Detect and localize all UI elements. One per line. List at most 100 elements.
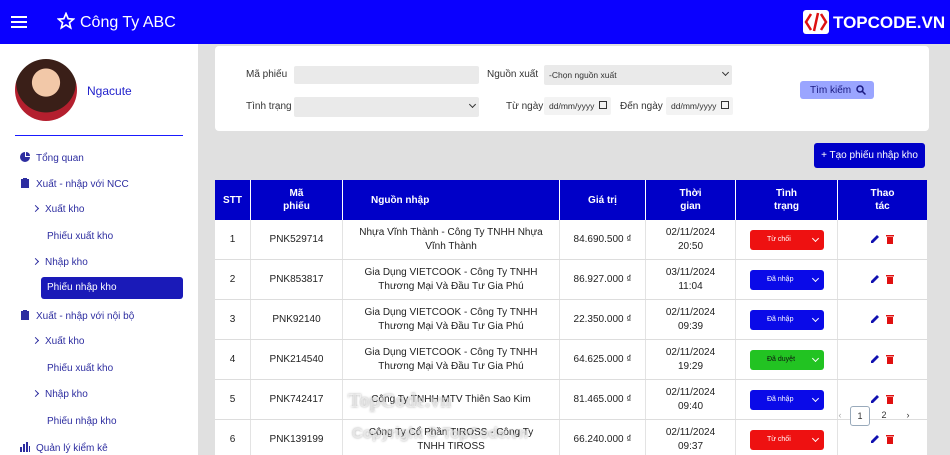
status-select[interactable]: Đã nhập [750,390,824,410]
from-date-input[interactable]: dd/mm/yyyy [544,97,611,115]
user-name[interactable]: Ngacute [87,84,132,98]
source-label: Nguồn xuất [487,69,539,80]
col-stt: STT [215,180,251,220]
col-source: Nguồn nhập [343,180,560,220]
page-1-button[interactable]: 1 [850,406,870,426]
sidebar-item-ncc[interactable]: Xuất - nhập với NCC [20,178,129,190]
chevron-down-icon [468,100,477,109]
cell-time: 02/11/2024 09:40 [646,380,736,419]
cell-time: 02/11/2024 09:37 [646,420,736,455]
cell-value: 81.465.000 ₫ [560,380,646,419]
edit-icon[interactable] [870,314,880,324]
search-icon [856,85,866,95]
top-header: Công Ty ABC TOPCODE.VN [0,0,950,44]
chevron-down-icon [811,234,820,243]
col-value: Giá trị [560,180,646,220]
avatar [15,59,77,121]
code-input[interactable] [294,66,479,84]
sidebar-item-internal[interactable]: Xuất - nhập với nội bộ [20,310,134,322]
table-header: STT Mã phiếu Nguồn nhập Giá trị Thời gia… [215,180,927,220]
col-time: Thời gian [646,180,736,220]
bar-chart-icon [20,442,30,452]
page-2-button[interactable]: 2 [874,406,894,426]
edit-icon[interactable] [870,434,880,444]
watermark-text: TopCode.vn [348,390,452,412]
to-date-input[interactable]: dd/mm/yyyy [666,97,733,115]
status-select[interactable]: Từ chối [750,430,824,450]
sidebar-item-overview[interactable]: Tổng quan [20,152,84,164]
sidebar-item-export-slip-2[interactable]: Phiếu xuất kho [47,363,113,374]
next-page-button[interactable]: › [898,406,918,426]
delete-icon[interactable] [885,354,895,364]
cell-value: 64.625.000 ₫ [560,340,646,379]
status-select[interactable]: Đã nhập [750,310,824,330]
delete-icon[interactable] [885,234,895,244]
cell-value: 22.350.000 ₫ [560,300,646,339]
sidebar-item-export-slip[interactable]: Phiếu xuất kho [47,231,113,242]
status-select[interactable]: Đã duyệt [750,350,824,370]
logo-text: TOPCODE.VN [833,13,946,32]
cell-code: PNK92140 [251,300,343,339]
cell-value: 84.690.500 ₫ [560,220,646,259]
search-button[interactable]: Tìm kiếm [800,81,874,99]
star-icon [57,12,75,30]
sidebar-item-import-2[interactable]: Nhập kho [31,389,88,400]
cell-stt: 5 [215,380,251,419]
clipboard-icon [21,310,29,320]
brand-name[interactable]: Công Ty ABC [80,14,176,32]
cell-code: PNK529714 [251,220,343,259]
clipboard-icon [21,178,29,188]
edit-icon[interactable] [870,234,880,244]
menu-icon[interactable] [11,13,27,31]
watermark-copyright: Copyright © TopCode.vn [352,425,528,442]
to-date-label: Đến ngày [620,101,663,112]
chevron-down-icon [811,274,820,283]
chevron-right-icon [31,204,40,213]
sidebar: Ngacute Tổng quan Xuất - nhập với NCC Xu… [0,44,198,455]
cell-code: PNK139199 [251,420,343,455]
chevron-down-icon [811,314,820,323]
table-row: 1 PNK529714 Nhựa Vĩnh Thành - Công Ty TN… [215,220,927,260]
source-select[interactable]: -Chọn nguồn xuất [544,65,732,85]
code-label: Mã phiếu [246,69,288,80]
chevron-down-icon [811,354,820,363]
pie-chart-icon [20,152,30,162]
edit-icon[interactable] [870,394,880,404]
sidebar-item-import[interactable]: Nhập kho [31,257,88,268]
divider [15,135,183,136]
cell-stt: 4 [215,340,251,379]
sidebar-item-inventory[interactable]: Quản lý kiểm kê [20,442,108,454]
cell-time: 03/11/2024 11:04 [646,260,736,299]
cell-stt: 3 [215,300,251,339]
status-select[interactable]: Từ chối [750,230,824,250]
cell-source: Nhựa Vĩnh Thành - Công Ty TNHH Nhựa Vĩnh… [343,220,560,259]
chevron-down-icon [811,394,820,403]
chevron-right-icon [31,336,40,345]
col-actions: Thao tác [870,188,895,212]
cell-time: 02/11/2024 19:29 [646,340,736,379]
cell-source: Gia Dụng VIETCOOK - Công Ty TNHH Thương … [343,300,560,339]
col-code: Mã phiếu [251,180,343,220]
prev-page-button[interactable]: ‹ [830,406,850,426]
table-row: 2 PNK853817 Gia Dụng VIETCOOK - Công Ty … [215,260,927,300]
delete-icon[interactable] [885,314,895,324]
from-date-label: Từ ngày [506,101,544,112]
sidebar-item-export[interactable]: Xuất kho [31,204,84,215]
cell-source: Gia Dụng VIETCOOK - Công Ty TNHH Thương … [343,260,560,299]
add-import-slip-button[interactable]: + Tạo phiếu nhập kho [814,143,925,168]
topcode-logo: TOPCODE.VN [803,10,945,34]
status-select[interactable]: Đã nhập [750,270,824,290]
edit-icon[interactable] [870,274,880,284]
sidebar-item-import-slip[interactable]: Phiếu nhập kho [41,277,183,299]
sidebar-item-export-2[interactable]: Xuất kho [31,336,84,347]
cell-stt: 6 [215,420,251,455]
delete-icon[interactable] [885,434,895,444]
status-select[interactable] [294,97,479,117]
cell-value: 86.927.000 ₫ [560,260,646,299]
edit-icon[interactable] [870,354,880,364]
chevron-right-icon [31,257,40,266]
calendar-icon [599,101,607,109]
delete-icon[interactable] [885,394,895,404]
delete-icon[interactable] [885,274,895,284]
sidebar-item-import-slip-2[interactable]: Phiếu nhập kho [47,416,117,427]
